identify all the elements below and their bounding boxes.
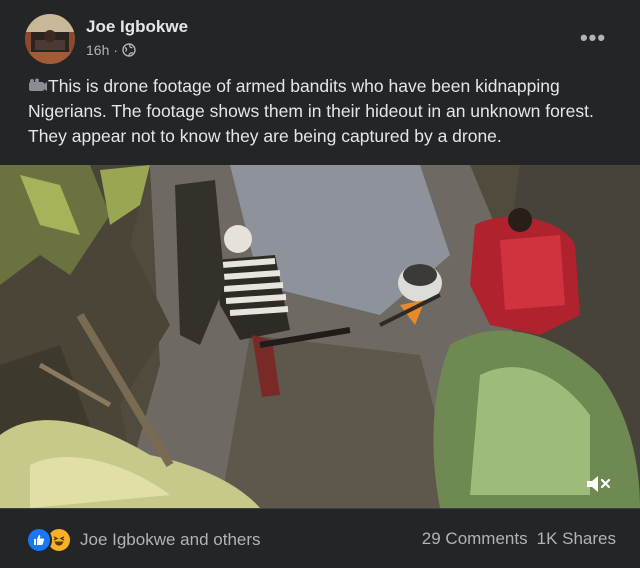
like-reaction-icon: [26, 527, 52, 553]
video-player[interactable]: [0, 165, 640, 508]
post-footer: Joe Igbokwe and others 29 Comments 1K Sh…: [0, 508, 640, 568]
volume-button[interactable]: [582, 468, 614, 500]
tag-icon: [28, 76, 48, 92]
post-meta: 16h ·: [86, 42, 136, 58]
post-text: This is drone footage of armed bandits w…: [28, 74, 618, 149]
reactions-summary[interactable]: Joe Igbokwe and others: [26, 527, 261, 553]
globe-icon: [122, 43, 136, 57]
author-name[interactable]: Joe Igbokwe: [86, 17, 188, 37]
post-header: Joe Igbokwe 16h · •••: [0, 0, 640, 70]
post-menu-button[interactable]: •••: [574, 20, 612, 56]
post-card: Joe Igbokwe 16h · ••• This is drone foot…: [0, 0, 640, 568]
author-avatar[interactable]: [25, 14, 75, 64]
reactors-text: Joe Igbokwe and others: [80, 530, 261, 549]
post-stats: 29 Comments 1K Shares: [422, 529, 616, 549]
more-horizontal-icon: •••: [579, 25, 607, 50]
post-body-text: This is drone footage of armed bandits w…: [28, 76, 594, 146]
post-timestamp[interactable]: 16h: [86, 42, 109, 58]
video-frame: [0, 165, 640, 508]
comments-count[interactable]: 29 Comments: [422, 529, 528, 549]
volume-muted-icon: [587, 476, 611, 492]
meta-separator: ·: [113, 42, 119, 58]
shares-count[interactable]: 1K Shares: [537, 529, 616, 549]
